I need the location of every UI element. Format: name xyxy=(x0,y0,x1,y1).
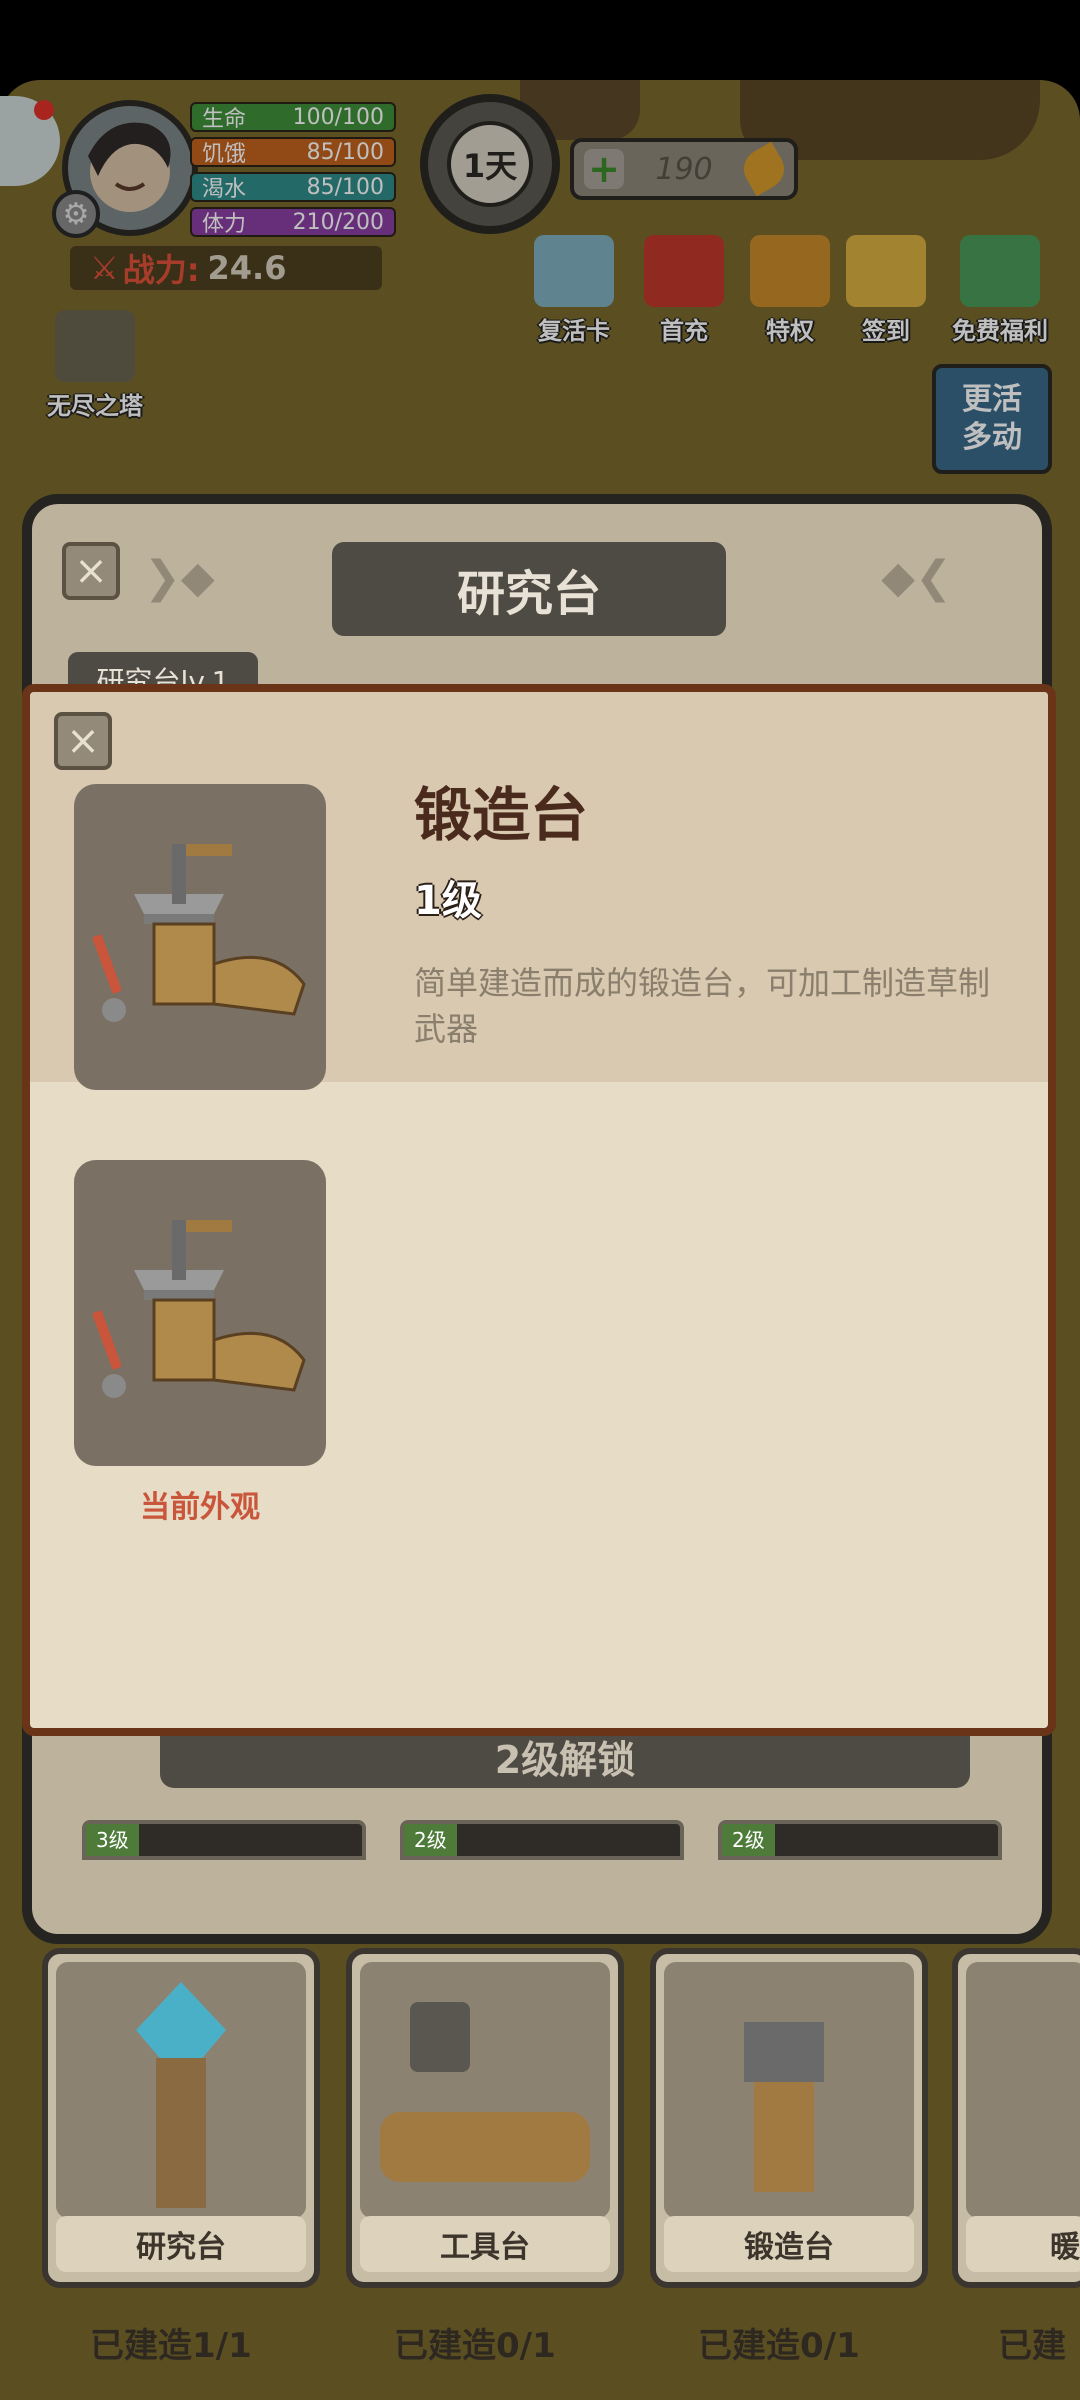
forge-anvil-icon xyxy=(92,1220,306,1398)
close-icon: × xyxy=(66,718,100,764)
barrel-icon xyxy=(754,2082,814,2192)
axe-icon xyxy=(410,2002,470,2072)
building-card-label: 研究台 xyxy=(56,2216,306,2272)
building-name: 锻造台 xyxy=(414,781,589,849)
building-card-tool[interactable]: 工具台 xyxy=(346,1948,624,2288)
building-preview xyxy=(74,784,326,1090)
built-status: 已建造0/1 xyxy=(394,2326,556,2366)
building-card-label: 工具台 xyxy=(360,2216,610,2272)
arrow-decoration-right: ◆❮ xyxy=(881,552,952,603)
pickaxe-icon xyxy=(380,2112,590,2182)
panel-title: 研究台 xyxy=(456,566,601,622)
built-status: 已建造0/1 xyxy=(698,2326,860,2366)
close-icon: × xyxy=(74,548,108,594)
close-button[interactable]: × xyxy=(54,712,112,770)
slot-level: 3级 xyxy=(86,1824,139,1856)
tool-table-image xyxy=(360,1962,610,2218)
building-card-label: 暖 xyxy=(966,2216,1080,2272)
forge-anvil-icon xyxy=(92,844,306,1022)
building-description: 简单建造而成的锻造台，可加工制造草制武器 xyxy=(414,964,991,1048)
building-card-warm[interactable]: 暖 xyxy=(952,1948,1080,2288)
building-card-research[interactable]: 研究台 xyxy=(42,1948,320,2288)
current-appearance-thumbnail[interactable] xyxy=(74,1160,326,1466)
building-card-forge[interactable]: 锻造台 xyxy=(650,1948,928,2288)
building-card-label: 锻造台 xyxy=(664,2216,914,2272)
unlock-label: 2级解锁 xyxy=(494,1737,636,1782)
research-slot[interactable]: 2级 xyxy=(718,1820,1002,1860)
built-status: 已建造1/1 xyxy=(90,2326,252,2366)
slot-level: 2级 xyxy=(722,1824,775,1856)
pillar-icon xyxy=(156,2058,206,2208)
close-button[interactable]: × xyxy=(62,542,120,600)
research-slot[interactable]: 3级 xyxy=(82,1820,366,1860)
warm-building-image xyxy=(966,1962,1080,2218)
panel-title-plate: 研究台 xyxy=(332,542,726,636)
building-detail-modal: × 锻造台 1级 简单建造而成的锻造台，可加工制造草制武器 当前外观 xyxy=(22,684,1056,1736)
slot-level: 2级 xyxy=(404,1824,457,1856)
built-status: 已建 xyxy=(998,2326,1066,2366)
forge-table-image xyxy=(664,1962,914,2218)
research-table-image xyxy=(56,1962,306,2218)
current-appearance-caption: 当前外观 xyxy=(140,1490,260,1525)
anvil-icon xyxy=(744,2022,824,2082)
crystal-icon xyxy=(136,1982,226,2062)
research-slot[interactable]: 2级 xyxy=(400,1820,684,1860)
game-screen: ⚙ 生命 100/100 饥饿 85/100 渴水 85/100 体力 210/… xyxy=(0,0,1080,2400)
arrow-decoration-left: ❯◆ xyxy=(144,552,215,603)
building-level: 1级 xyxy=(414,878,482,924)
